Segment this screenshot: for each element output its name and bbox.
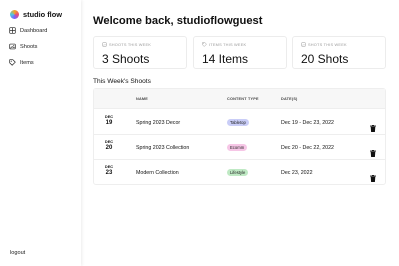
shoot-name[interactable]: Spring 2023 Collection (136, 145, 189, 151)
date-block: DEC 19 (103, 114, 115, 126)
shoots-table: NAME CONTENT TYPE DATE(S) DEC 19 Spring … (93, 88, 386, 185)
date-month: DEC (104, 164, 114, 169)
sidebar-item-shoots[interactable]: Shoots (9, 43, 37, 50)
stat-label: SHOTS THIS WEEK (308, 42, 347, 47)
column-header-name: NAME (136, 97, 148, 101)
stat-value: 14 Items (202, 52, 249, 66)
date-day: 20 (105, 145, 113, 151)
sidebar-item-label: Items (20, 59, 34, 66)
trash-icon[interactable] (370, 119, 376, 132)
column-header-content-type: CONTENT TYPE (227, 97, 259, 101)
stat-value: 20 Shots (301, 52, 349, 66)
sidebar: studio flow Dashboard Shoots Items logou… (0, 0, 81, 266)
table-row[interactable]: DEC 23 Modern Collection Lifestyle Dec 2… (94, 160, 385, 185)
date-block: DEC 20 (103, 139, 115, 151)
table-row[interactable]: DEC 20 Spring 2023 Collection Ecomm Dec … (94, 135, 385, 160)
date-day: 19 (105, 120, 113, 126)
shoot-dates: Dec 23, 2022 (281, 170, 313, 176)
app-name: studio flow (23, 10, 62, 19)
date-day: 23 (105, 170, 113, 176)
sidebar-item-items[interactable]: Items (9, 59, 34, 66)
page-title: Welcome back, studioflowguest (93, 15, 263, 27)
column-header-dates: DATE(S) (281, 97, 298, 101)
stat-value: 3 Shoots (102, 52, 150, 66)
logo-mark-icon (10, 10, 19, 19)
image-icon (9, 43, 16, 50)
tag-icon (9, 59, 16, 66)
shoot-name[interactable]: Spring 2023 Decor (136, 120, 180, 126)
date-month: DEC (104, 139, 114, 144)
shoot-dates: Dec 20 - Dec 22, 2022 (281, 145, 334, 151)
stat-card-shots: SHOTS THIS WEEK 20 Shots (292, 36, 386, 69)
grid-icon (9, 27, 16, 34)
stat-label: SHOOTS THIS WEEK (109, 42, 152, 47)
table-row[interactable]: DEC 19 Spring 2023 Decor Tabletop Dec 19… (94, 110, 385, 135)
image-icon (301, 42, 306, 47)
table-header: NAME CONTENT TYPE DATE(S) (94, 89, 385, 109)
sidebar-item-dashboard[interactable]: Dashboard (9, 27, 47, 34)
stat-card-items: ITEMS THIS WEEK 14 Items (193, 36, 287, 69)
content-type-badge: Tabletop (227, 119, 249, 126)
sidebar-item-label: Shoots (20, 43, 38, 50)
content-type-badge: Ecomm (227, 144, 248, 151)
shoot-dates: Dec 19 - Dec 23, 2022 (281, 120, 334, 126)
stat-label: ITEMS THIS WEEK (209, 42, 247, 47)
logout-link[interactable]: logout (10, 250, 25, 256)
content-type-badge: Lifestyle (227, 169, 249, 176)
trash-icon[interactable] (370, 144, 376, 157)
section-title: This Week's Shoots (93, 78, 151, 85)
trash-icon[interactable] (370, 169, 376, 182)
date-month: DEC (104, 114, 114, 119)
stat-card-shoots: SHOOTS THIS WEEK 3 Shoots (93, 36, 187, 69)
main-content: Welcome back, studioflowguest SHOOTS THI… (81, 0, 399, 266)
image-icon (102, 42, 107, 47)
date-block: DEC 23 (103, 164, 115, 176)
app-logo[interactable]: studio flow (10, 10, 62, 19)
sidebar-item-label: Dashboard (20, 27, 48, 34)
tag-icon (202, 42, 207, 47)
shoot-name[interactable]: Modern Collection (136, 170, 179, 176)
